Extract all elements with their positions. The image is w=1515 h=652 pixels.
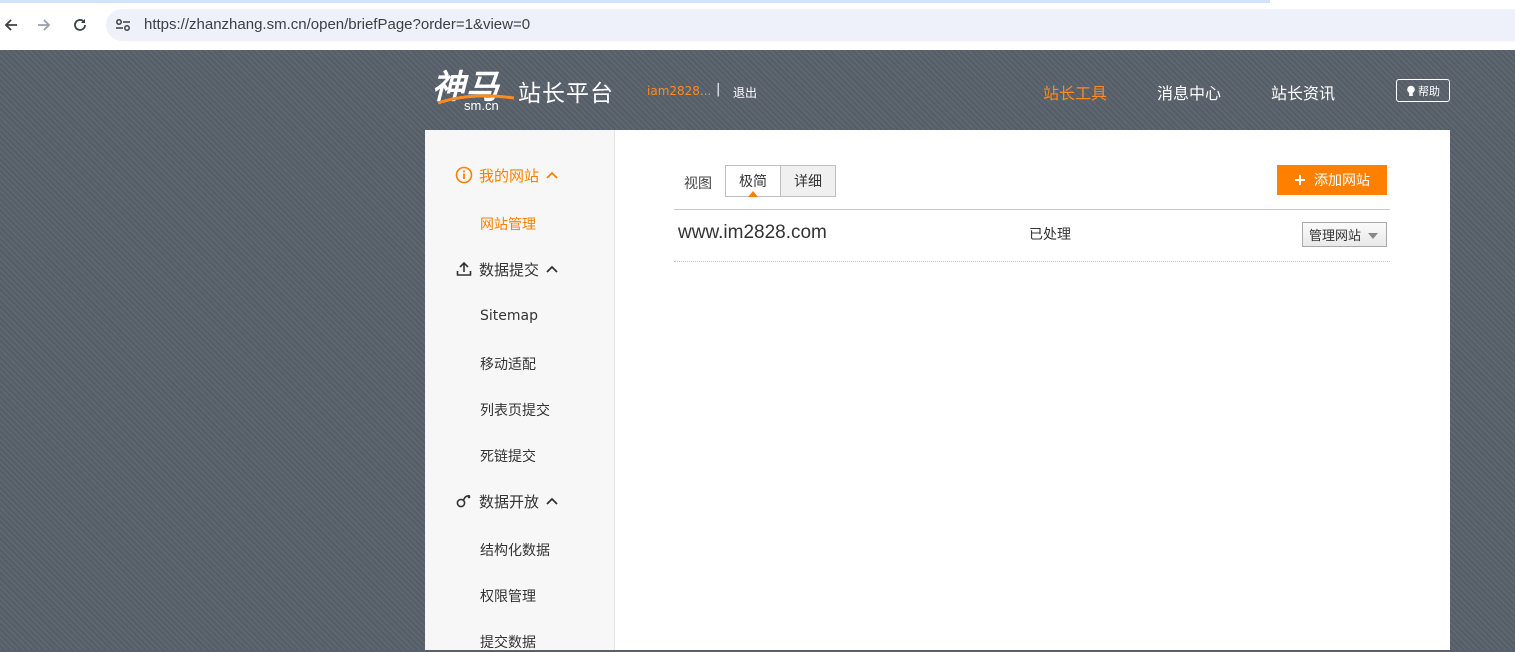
logo-domain-text: sm.cn — [464, 98, 499, 113]
sidebar-group-label: 我的网站 — [479, 166, 540, 185]
chevron-up-icon — [546, 265, 558, 273]
sidebar-item-list-page-submit[interactable]: 列表页提交 — [480, 400, 550, 420]
plus-icon — [1295, 175, 1305, 185]
browser-toolbar: https://zhanzhang.sm.cn/open/briefPage?o… — [0, 0, 1515, 51]
logout-link[interactable]: 退出 — [733, 84, 757, 101]
site-logo[interactable]: 神马 sm.cn 站长平台 — [432, 60, 632, 116]
content-area: 视图 极简 详细 添加网站 www.im2828.com 已处理 管理网站 — [615, 130, 1450, 650]
help-label: 帮助 — [1418, 84, 1440, 98]
nav-webmaster-tools[interactable]: 站长工具 — [1043, 80, 1107, 104]
main-panel: 我的网站 网站管理 数据提交 Sitemap 移动适配 列表页提交 死链提交 数… — [425, 130, 1450, 652]
dropdown-caret-icon — [1368, 233, 1378, 239]
view-toggle: 极简 详细 — [725, 165, 836, 197]
view-simple-button[interactable]: 极简 — [726, 166, 781, 197]
sidebar-group-data-open[interactable]: 数据开放 — [455, 489, 559, 513]
nav-message-center[interactable]: 消息中心 — [1157, 80, 1221, 104]
back-icon[interactable] — [0, 14, 22, 36]
link-icon — [456, 495, 471, 508]
sidebar-item-permission-management[interactable]: 权限管理 — [480, 586, 536, 606]
sidebar-group-my-sites[interactable]: 我的网站 — [455, 163, 559, 187]
upload-icon — [456, 261, 472, 276]
reload-icon[interactable] — [69, 14, 91, 36]
url-text[interactable]: https://zhanzhang.sm.cn/open/briefPage?o… — [144, 16, 530, 33]
header-separator: | — [716, 82, 721, 97]
sidebar-item-sitemap[interactable]: Sitemap — [480, 308, 538, 324]
nav-webmaster-news[interactable]: 站长资讯 — [1271, 80, 1335, 104]
site-settings-icon[interactable] — [114, 16, 132, 34]
info-circle-icon — [455, 166, 473, 184]
sidebar-item-mobile-adaptation[interactable]: 移动适配 — [480, 354, 536, 374]
site-status: 已处理 — [1029, 227, 1071, 243]
view-detail-button[interactable]: 详细 — [781, 166, 835, 196]
site-domain[interactable]: www.im2828.com — [678, 222, 827, 244]
address-bar[interactable]: https://zhanzhang.sm.cn/open/briefPage?o… — [106, 9, 1515, 41]
user-name[interactable]: iam2828... — [647, 84, 711, 98]
view-label: 视图 — [684, 176, 712, 192]
manage-site-label: 管理网站 — [1309, 229, 1362, 244]
sidebar-item-site-management[interactable]: 网站管理 — [480, 214, 536, 234]
sidebar-group-label: 数据提交 — [479, 260, 540, 279]
add-site-label: 添加网站 — [1314, 173, 1370, 189]
sidebar-item-submit-data[interactable]: 提交数据 — [480, 632, 536, 652]
add-site-button[interactable]: 添加网站 — [1277, 165, 1387, 195]
sidebar-item-structured-data[interactable]: 结构化数据 — [480, 540, 550, 560]
logo-title-text: 站长平台 — [518, 81, 614, 107]
tab-strip-edge — [0, 0, 1270, 3]
manage-site-dropdown[interactable]: 管理网站 — [1302, 222, 1387, 247]
forward-icon[interactable] — [33, 14, 55, 36]
chevron-up-icon — [546, 171, 558, 179]
lightbulb-icon — [1407, 85, 1415, 96]
sidebar-group-label: 数据开放 — [479, 492, 540, 511]
sidebar-group-data-submission[interactable]: 数据提交 — [455, 257, 559, 281]
site-row: www.im2828.com 已处理 管理网站 — [674, 210, 1390, 262]
help-button[interactable]: 帮助 — [1396, 79, 1450, 102]
chevron-up-icon — [546, 497, 558, 505]
sidebar-item-dead-link-submit[interactable]: 死链提交 — [480, 446, 536, 466]
sidebar: 我的网站 网站管理 数据提交 Sitemap 移动适配 列表页提交 死链提交 数… — [425, 130, 615, 652]
